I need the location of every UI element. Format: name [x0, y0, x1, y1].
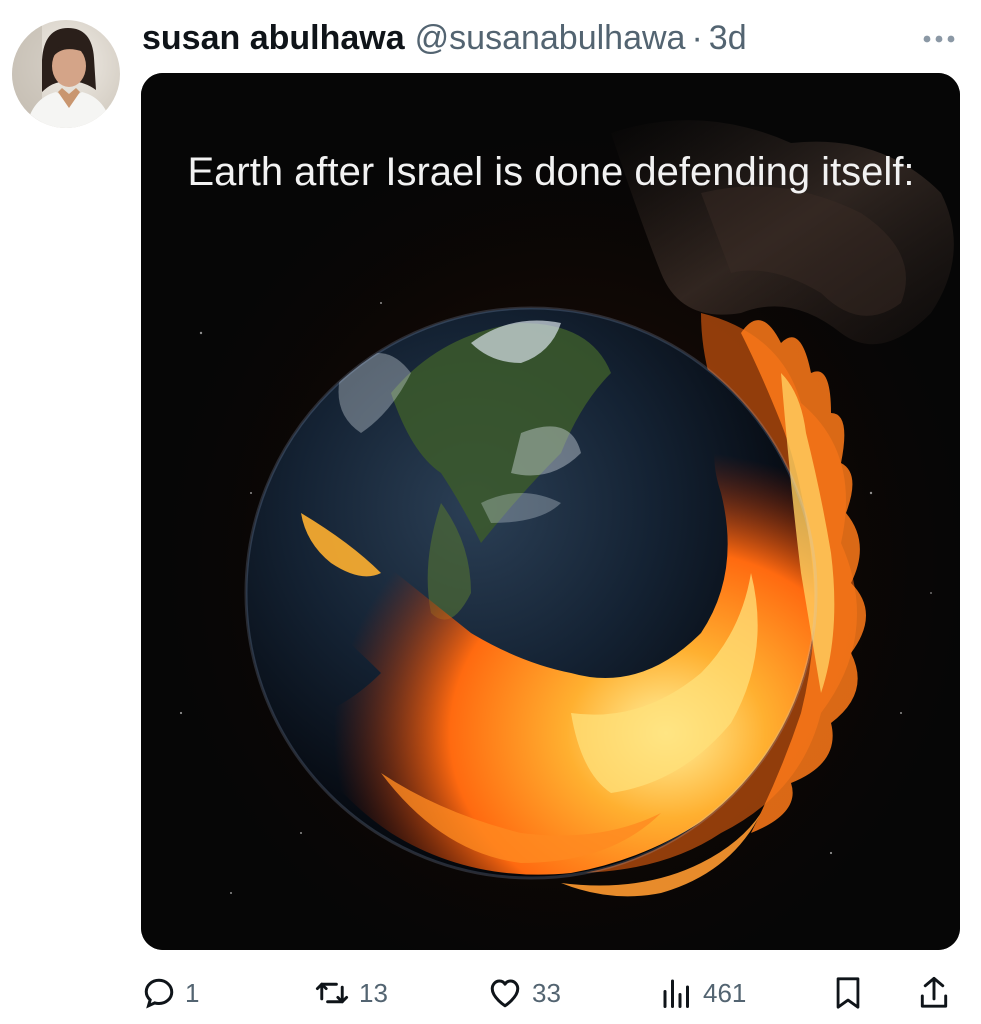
avatar-image	[12, 20, 120, 128]
avatar[interactable]	[12, 20, 120, 128]
media-caption: Earth after Israel is done defending its…	[187, 150, 914, 194]
more-horizontal-icon	[923, 35, 955, 43]
tweet-timestamp[interactable]: 3d	[709, 16, 747, 60]
tweet-media[interactable]: Earth after Israel is done defending its…	[141, 73, 960, 950]
reply-button[interactable]: 1	[141, 968, 199, 1018]
share-button[interactable]	[916, 968, 952, 1018]
header-separator: ·	[691, 19, 703, 57]
author-display-name[interactable]: susan abulhawa	[142, 16, 405, 60]
action-bar: 1 13 33 461	[141, 968, 961, 1018]
tweet: susan abulhawa @susanabulhawa · 3d Earth…	[0, 0, 981, 1024]
reply-icon	[144, 978, 174, 1009]
like-count: 33	[532, 977, 561, 1008]
heart-icon	[490, 979, 520, 1008]
reply-count: 1	[185, 977, 200, 1008]
analytics-icon	[663, 979, 689, 1008]
views-button[interactable]: 461	[659, 968, 746, 1018]
repost-button[interactable]: 13	[313, 968, 388, 1018]
repost-icon	[315, 982, 349, 1004]
like-button[interactable]: 33	[486, 968, 561, 1018]
media-image: Earth after Israel is done defending its…	[141, 73, 960, 950]
share-icon	[920, 976, 948, 1008]
views-count: 461	[703, 977, 747, 1008]
bookmark-button[interactable]	[831, 968, 865, 1018]
tweet-header: susan abulhawa @susanabulhawa · 3d	[142, 16, 747, 60]
repost-count: 13	[359, 977, 388, 1008]
bookmark-icon	[836, 977, 860, 1009]
author-handle[interactable]: @susanabulhawa	[415, 16, 686, 60]
more-button[interactable]	[919, 24, 959, 54]
